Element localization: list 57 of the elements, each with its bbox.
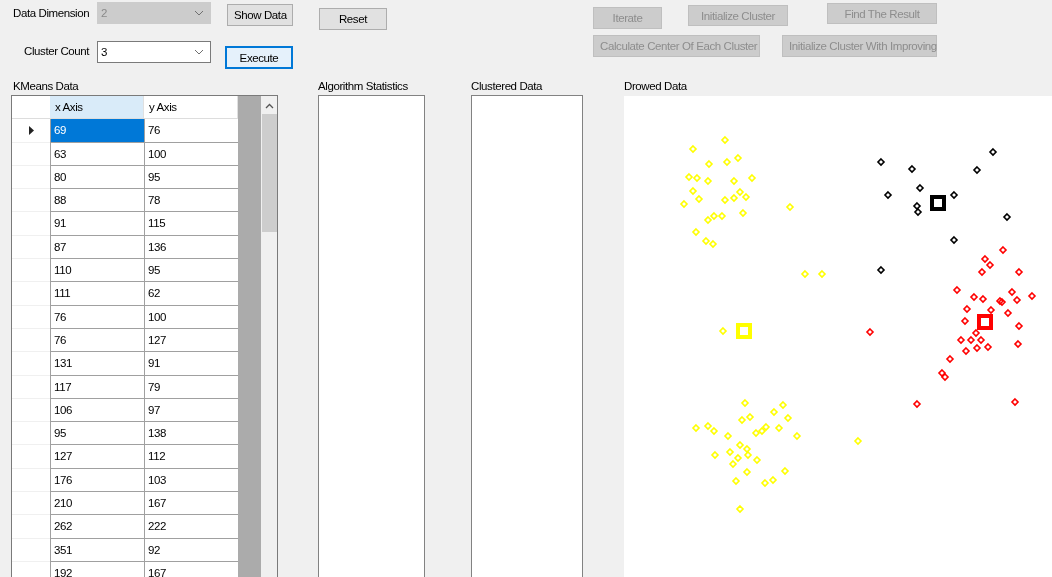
table-cell[interactable]: 95 xyxy=(144,165,238,190)
table-cell[interactable]: 97 xyxy=(144,398,238,423)
table-cell[interactable]: 88 xyxy=(50,189,144,213)
table-cell[interactable]: 351 xyxy=(50,538,144,562)
panel-label: Clustered Data xyxy=(471,80,543,94)
table-cell[interactable]: 76 xyxy=(144,119,238,143)
table-cell[interactable]: 100 xyxy=(144,305,238,329)
scroll-thumb[interactable] xyxy=(261,114,277,232)
table-cell[interactable]: 115 xyxy=(144,212,238,236)
column-header[interactable]: y Axis xyxy=(144,96,238,120)
show-data-button[interactable]: Show Data xyxy=(227,4,293,26)
table-cell[interactable]: 176 xyxy=(50,468,144,493)
table-cell[interactable]: 262 xyxy=(50,515,144,539)
reset-button[interactable]: Reset xyxy=(319,8,387,30)
table-cell[interactable]: 95 xyxy=(144,259,238,283)
table-cell[interactable]: 136 xyxy=(144,235,238,260)
table-cell[interactable]: 138 xyxy=(144,422,238,446)
table-cell[interactable]: 79 xyxy=(144,375,238,399)
table-cell[interactable]: 91 xyxy=(50,212,144,236)
table-cell[interactable]: 76 xyxy=(50,305,144,329)
table-cell[interactable]: 92 xyxy=(144,538,238,562)
panel-label: Drowed Data xyxy=(624,80,687,94)
table-cell[interactable]: 91 xyxy=(144,352,238,376)
table-cell[interactable]: 222 xyxy=(144,515,238,539)
table-cell[interactable]: 127 xyxy=(144,328,238,353)
table-cell[interactable]: 63 xyxy=(50,142,144,166)
table-cell[interactable]: 62 xyxy=(144,282,238,306)
table-cell[interactable]: 127 xyxy=(50,445,144,469)
table-cell[interactable]: 87 xyxy=(50,235,144,260)
table-cell[interactable]: 69 xyxy=(50,119,144,143)
dropdown-field[interactable]: 3 xyxy=(97,41,211,63)
table-cell[interactable]: 76 xyxy=(50,328,144,353)
table-cell[interactable]: 117 xyxy=(50,375,144,399)
table-cell[interactable]: 131 xyxy=(50,352,144,376)
panel-label: KMeans Data xyxy=(13,80,79,94)
chevron-down-icon xyxy=(194,49,204,55)
scrollbar[interactable] xyxy=(261,96,277,577)
table-cell[interactable]: 95 xyxy=(50,422,144,446)
clustered-data-list[interactable] xyxy=(471,95,583,577)
column-header[interactable]: x Axis xyxy=(50,96,144,120)
table-cell[interactable]: 210 xyxy=(50,492,144,516)
field-label: Cluster Count xyxy=(24,45,91,57)
table-cell[interactable]: 78 xyxy=(144,189,238,213)
table-cell[interactable]: 103 xyxy=(144,468,238,493)
field-label: Data Dimension xyxy=(13,7,91,19)
table-cell[interactable]: 80 xyxy=(50,165,144,190)
table-cell[interactable]: 111 xyxy=(50,282,144,306)
table-cell[interactable]: 100 xyxy=(144,142,238,166)
statistics-list[interactable] xyxy=(318,95,425,577)
execute-button[interactable]: Execute xyxy=(225,46,293,69)
panel-label: Algorithm Statistics xyxy=(318,80,408,94)
table-cell[interactable]: 110 xyxy=(50,259,144,283)
scroll-up-icon[interactable] xyxy=(264,103,274,109)
chevron-down-icon xyxy=(194,10,204,16)
table-cell[interactable]: 106 xyxy=(50,398,144,423)
table-cell[interactable]: 167 xyxy=(144,492,238,516)
table-cell[interactable]: 112 xyxy=(144,445,238,469)
